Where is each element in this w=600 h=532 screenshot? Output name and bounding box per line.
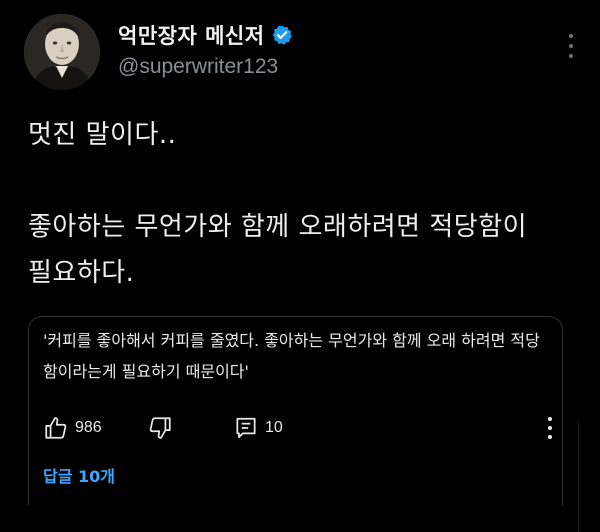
comment-actions: 986 10 xyxy=(43,413,553,443)
more-vertical-icon[interactable] xyxy=(568,34,574,58)
divider xyxy=(578,420,579,532)
verified-badge-icon xyxy=(272,25,292,45)
more-vertical-icon[interactable] xyxy=(547,417,553,439)
post-line: 좋아하는 무언가와 함께 오래하려면 적당함이 xyxy=(28,212,528,242)
author-name-text: 억만장자 메신저 xyxy=(118,24,265,48)
reply-button[interactable]: 10 xyxy=(233,413,283,443)
like-button[interactable]: 986 xyxy=(43,413,102,443)
quoted-comment-text: '커피를 좋아해서 커피를 줄였다. 좋아하는 무언가와 함께 오래 하려면 적… xyxy=(43,331,540,381)
post-line: 멋진 말이다.. xyxy=(28,120,177,150)
author-avatar[interactable] xyxy=(24,14,100,90)
post-card: 억만장자 메신저 @superwriter123 멋진 말이다.. 좋아하는 무… xyxy=(0,0,600,532)
post-line: 필요하다. xyxy=(28,258,135,288)
reply-count: 10 xyxy=(265,419,283,436)
portrait-avatar-icon xyxy=(24,14,100,90)
author-name[interactable]: 억만장자 메신저 xyxy=(118,20,293,50)
dislike-button[interactable] xyxy=(147,413,173,443)
quoted-comment-card[interactable]: '커피를 좋아해서 커피를 줄였다. 좋아하는 무언가와 함께 오래 하려면 적… xyxy=(28,316,563,505)
like-count: 986 xyxy=(75,419,102,436)
post-body: 멋진 말이다.. 좋아하는 무언가와 함께 오래하려면 적당함이 필요하다. xyxy=(28,112,588,296)
thumbs-up-icon xyxy=(45,417,67,439)
author-handle[interactable]: @superwriter123 xyxy=(118,55,278,79)
thumbs-down-icon xyxy=(149,417,171,439)
view-replies-link[interactable]: 답글 10개 xyxy=(43,463,115,487)
comment-icon xyxy=(236,417,256,439)
